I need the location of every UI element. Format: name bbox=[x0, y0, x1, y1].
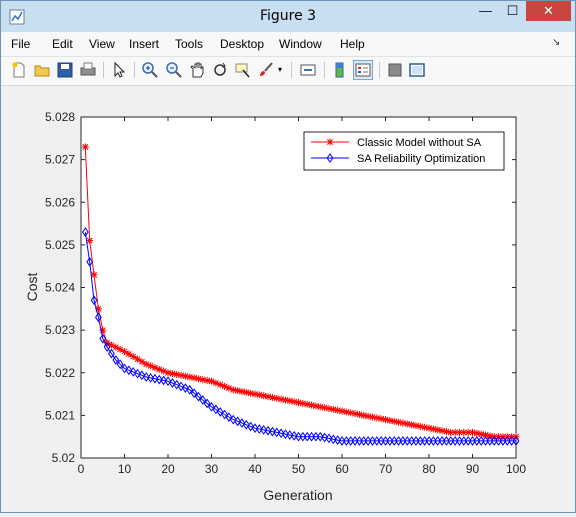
show-plot-tools-icon[interactable] bbox=[408, 61, 426, 79]
figure-window: Figure 3 — ☐ ✕ File Edit View Insert Too… bbox=[0, 0, 576, 513]
data-cursor-icon[interactable] bbox=[234, 61, 252, 79]
x-tick-label: 20 bbox=[161, 462, 175, 476]
zoom-in-icon[interactable] bbox=[141, 61, 159, 79]
legend-label-series1: Classic Model without SA bbox=[357, 137, 482, 149]
menu-view[interactable]: View bbox=[89, 37, 115, 51]
y-tick-label: 5.028 bbox=[45, 110, 75, 124]
y-tick-label: 5.027 bbox=[45, 153, 75, 167]
toolbar-separator bbox=[379, 62, 380, 78]
menu-help[interactable]: Help bbox=[340, 37, 365, 51]
figure-canvas: 0 10 20 30 40 50 60 70 80 90 100 5.02 5.021 5.022 5.02… bbox=[1, 86, 575, 512]
menu-insert[interactable]: Insert bbox=[129, 37, 159, 51]
x-tick-label: 100 bbox=[506, 462, 526, 476]
x-tick-label: 10 bbox=[118, 462, 132, 476]
menu-desktop[interactable]: Desktop bbox=[220, 37, 264, 51]
data-point-star bbox=[81, 143, 89, 151]
insert-legend-icon[interactable] bbox=[353, 60, 373, 80]
minimize-button[interactable]: — bbox=[472, 1, 499, 21]
menu-window[interactable]: Window bbox=[279, 37, 322, 51]
print-icon[interactable] bbox=[79, 61, 97, 79]
y-tick-label: 5.026 bbox=[45, 195, 75, 209]
maximize-button[interactable]: ☐ bbox=[499, 1, 526, 21]
legend-label-series2: SA Reliability Optimization bbox=[357, 153, 485, 165]
x-tick-label: 30 bbox=[205, 462, 219, 476]
toolbar: ▾ bbox=[1, 57, 575, 86]
menu-file[interactable]: File bbox=[11, 37, 30, 51]
x-tick-label: 60 bbox=[335, 462, 349, 476]
x-tick-label: 90 bbox=[466, 462, 480, 476]
link-plot-icon[interactable] bbox=[299, 61, 317, 79]
x-tick-label: 50 bbox=[292, 462, 306, 476]
hide-plot-tools-icon[interactable] bbox=[386, 61, 404, 79]
brush-icon[interactable] bbox=[257, 61, 275, 79]
toolbar-separator bbox=[103, 62, 104, 78]
legend[interactable]: Classic Model without SA SA Reliability … bbox=[303, 131, 505, 171]
insert-colorbar-icon[interactable] bbox=[331, 61, 349, 79]
menu-edit[interactable]: Edit bbox=[52, 37, 73, 51]
toolbar-separator bbox=[291, 62, 292, 78]
x-axis-label: Generation bbox=[263, 487, 332, 503]
y-axis-label: Cost bbox=[24, 273, 40, 302]
x-tick-label: 80 bbox=[422, 462, 436, 476]
y-tick-label: 5.021 bbox=[45, 408, 75, 422]
new-figure-icon[interactable] bbox=[10, 61, 28, 79]
y-tick-label: 5.02 bbox=[52, 451, 76, 465]
y-tick-label: 5.022 bbox=[45, 366, 75, 380]
save-icon[interactable] bbox=[56, 61, 74, 79]
rotate-3d-icon[interactable] bbox=[211, 61, 229, 79]
title-bar[interactable]: Figure 3 — ☐ ✕ bbox=[1, 1, 575, 32]
pan-icon[interactable] bbox=[188, 61, 206, 79]
close-button[interactable]: ✕ bbox=[526, 1, 571, 21]
y-tick-label: 5.024 bbox=[45, 281, 75, 295]
brush-dropdown-icon[interactable]: ▾ bbox=[278, 61, 286, 79]
edit-plot-icon[interactable] bbox=[110, 61, 128, 79]
x-tick-label: 0 bbox=[78, 462, 85, 476]
y-tick-label: 5.025 bbox=[45, 238, 75, 252]
dock-figure-icon[interactable]: ↘ bbox=[552, 37, 560, 48]
toolbar-separator bbox=[134, 62, 135, 78]
open-file-icon[interactable] bbox=[33, 61, 51, 79]
legend-marker-star bbox=[326, 138, 334, 146]
zoom-out-icon[interactable] bbox=[165, 61, 183, 79]
menu-bar: File Edit View Insert Tools Desktop Wind… bbox=[1, 32, 575, 57]
line-chart[interactable]: 0 10 20 30 40 50 60 70 80 90 100 5.02 5.021 5.022 5.02… bbox=[1, 86, 575, 512]
x-tick-label: 70 bbox=[379, 462, 393, 476]
y-tick-label: 5.023 bbox=[45, 323, 75, 337]
x-tick-label: 40 bbox=[248, 462, 262, 476]
menu-tools[interactable]: Tools bbox=[175, 37, 203, 51]
toolbar-separator bbox=[324, 62, 325, 78]
